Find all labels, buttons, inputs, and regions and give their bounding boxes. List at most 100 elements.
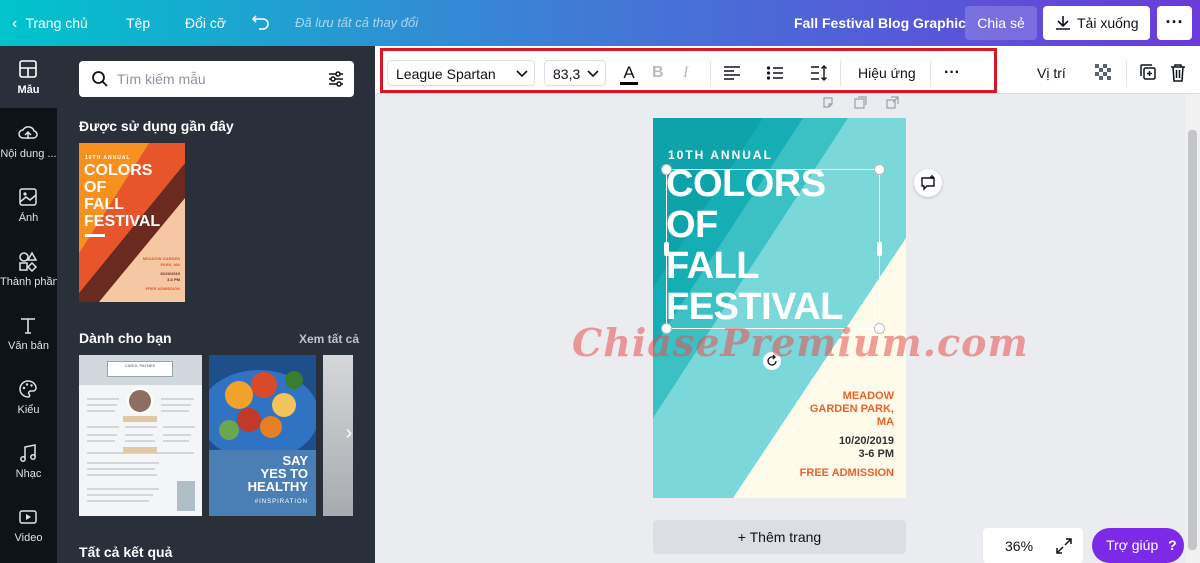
more-icon: ···	[944, 64, 960, 81]
download-icon	[1056, 16, 1070, 30]
bold-button[interactable]: B	[652, 60, 664, 86]
more-tools-button[interactable]: ···	[944, 60, 960, 86]
design-page[interactable]: 10TH ANNUAL COLORS OF FALL FESTIVAL MEAD…	[653, 118, 906, 498]
rail-elements[interactable]: Thành phần	[0, 238, 57, 300]
search-input[interactable]: Tìm kiếm mẫu	[117, 71, 206, 87]
thumb-time: 3-6 PM	[167, 277, 180, 282]
text-color-icon: A	[623, 63, 635, 82]
venue-line: MEADOW	[842, 390, 894, 402]
rail-music[interactable]: Nhạc	[0, 430, 57, 492]
share-button[interactable]: Chia sẻ	[965, 6, 1037, 40]
toolbar-divider	[1126, 60, 1127, 86]
resume-name: CAROL PAYNES	[107, 361, 173, 377]
all-results-section-title: Tất cả kết quả	[79, 544, 173, 560]
rail-label: Video	[14, 532, 43, 544]
font-family-dropdown[interactable]: League Spartan	[387, 60, 535, 86]
watermark: ChiasePremium.com	[572, 320, 1029, 365]
thumb-divider	[85, 234, 105, 237]
rail-label: Thành phần	[0, 276, 57, 288]
templates-icon	[19, 60, 37, 78]
resize-menu[interactable]: Đổi cỡ	[185, 15, 226, 31]
filter-icon[interactable]	[327, 70, 345, 88]
chevron-right-icon: ›	[345, 422, 353, 444]
rail-uploads[interactable]: Nội dung ...	[0, 110, 57, 172]
design-admission[interactable]: FREE ADMISSION	[800, 467, 894, 480]
salad-line: HEALTHY	[247, 479, 308, 494]
search-icon	[92, 71, 108, 87]
title-line: FALL	[666, 245, 759, 287]
zoom-level[interactable]: 36%	[1005, 538, 1033, 554]
scrollbar-thumb[interactable]	[1188, 130, 1197, 550]
help-button[interactable]: Trợ giúp ?	[1092, 528, 1184, 563]
font-size-value: 83,3	[553, 66, 581, 82]
text-color-button[interactable]: A	[620, 60, 638, 86]
title-line: COLORS	[666, 163, 826, 205]
for-you-section-title: Dành cho bạn	[79, 330, 172, 346]
page-tools	[822, 96, 904, 115]
design-subtitle[interactable]: 10TH ANNUAL	[668, 148, 773, 162]
toolbar-divider	[930, 60, 931, 86]
template-thumbnail-fall-festival[interactable]: 10TH ANNUAL COLORS OF FALL FESTIVAL MEAD…	[79, 143, 185, 302]
thumb-title: COLORS OF FALL FESTIVAL	[84, 162, 160, 230]
thumb-title-line: FALL	[84, 196, 124, 213]
rail-text[interactable]: Văn bản	[0, 302, 57, 364]
effects-button[interactable]: Hiệu ứng	[858, 60, 916, 86]
thumb-title-line: FESTIVAL	[84, 213, 161, 230]
italic-button[interactable]: I	[683, 60, 688, 86]
salad-text: SAY YES TO HEALTHY #INSPIRATION	[248, 454, 308, 509]
rail-label: Nội dung ...	[0, 148, 57, 160]
template-search[interactable]: Tìm kiếm mẫu	[79, 61, 354, 97]
undo-button[interactable]	[251, 12, 271, 37]
design-datetime[interactable]: 10/20/2019 3-6 PM	[839, 435, 894, 461]
rail-label: Kiểu	[17, 404, 40, 416]
thumb-details: MEADOW GARDEN PARK, MA 10/20/2019 3-6 PM…	[142, 256, 180, 292]
line-spacing-icon	[811, 65, 827, 81]
document-title[interactable]: Fall Festival Blog Graphic	[794, 15, 966, 31]
chevron-left-icon: ‹	[12, 15, 18, 32]
spacing-button[interactable]	[809, 60, 829, 86]
carousel-next-button[interactable]: ›	[337, 422, 361, 450]
help-label: Trợ giúp	[1106, 537, 1159, 553]
venue-line: MA	[876, 416, 894, 428]
design-venue[interactable]: MEADOW GARDEN PARK, MA	[810, 390, 894, 429]
text-color-swatch	[620, 82, 638, 85]
comment-button[interactable]	[914, 169, 942, 197]
shapes-icon	[19, 251, 38, 272]
image-icon	[19, 188, 37, 206]
font-size-dropdown[interactable]: 83,3	[544, 60, 606, 86]
question-icon: ?	[1168, 537, 1177, 553]
venue-line: GARDEN PARK,	[809, 403, 894, 415]
chevron-down-icon	[516, 70, 528, 78]
add-page-button[interactable]: + Thêm trang	[653, 520, 906, 554]
trash-icon	[1171, 64, 1185, 82]
design-time: 3-6 PM	[858, 448, 894, 460]
align-left-button[interactable]	[723, 60, 741, 86]
home-button[interactable]: ‹ Trang chủ	[12, 15, 88, 33]
template-thumbnail-healthy[interactable]: SAY YES TO HEALTHY #INSPIRATION	[209, 355, 316, 516]
file-menu[interactable]: Tệp	[126, 15, 150, 31]
download-button[interactable]: Tải xuống	[1043, 6, 1150, 40]
delete-button[interactable]	[1170, 60, 1186, 86]
see-all-link[interactable]: Xem tất cả	[299, 332, 359, 346]
transparency-button[interactable]	[1094, 60, 1114, 86]
more-icon: ···	[1165, 12, 1184, 32]
more-options-button[interactable]: ···	[1157, 6, 1192, 40]
comment-icon	[921, 175, 935, 191]
rail-templates[interactable]: Mẫu	[0, 46, 57, 108]
rail-styles[interactable]: Kiểu	[0, 366, 57, 428]
chevron-down-icon	[587, 70, 599, 78]
resume-content-lines	[87, 398, 195, 511]
rail-photos[interactable]: Ảnh	[0, 174, 57, 236]
recent-section-title: Được sử dụng gần đây	[79, 118, 234, 134]
zoom-control[interactable]: 36%	[983, 528, 1083, 563]
fullscreen-icon[interactable]	[1055, 537, 1073, 555]
rail-video[interactable]: Video	[0, 494, 57, 556]
template-thumbnail-resume[interactable]: CAROL PAYNES	[79, 355, 202, 516]
position-button[interactable]: Vị trí	[1037, 60, 1066, 86]
list-button[interactable]	[766, 60, 784, 86]
design-date: 10/20/2019	[838, 435, 894, 447]
duplicate-button[interactable]	[1139, 60, 1157, 86]
page-action-icons[interactable]	[822, 96, 904, 110]
video-icon	[19, 510, 37, 524]
design-title[interactable]: COLORS OF FALL FESTIVAL	[666, 164, 896, 328]
